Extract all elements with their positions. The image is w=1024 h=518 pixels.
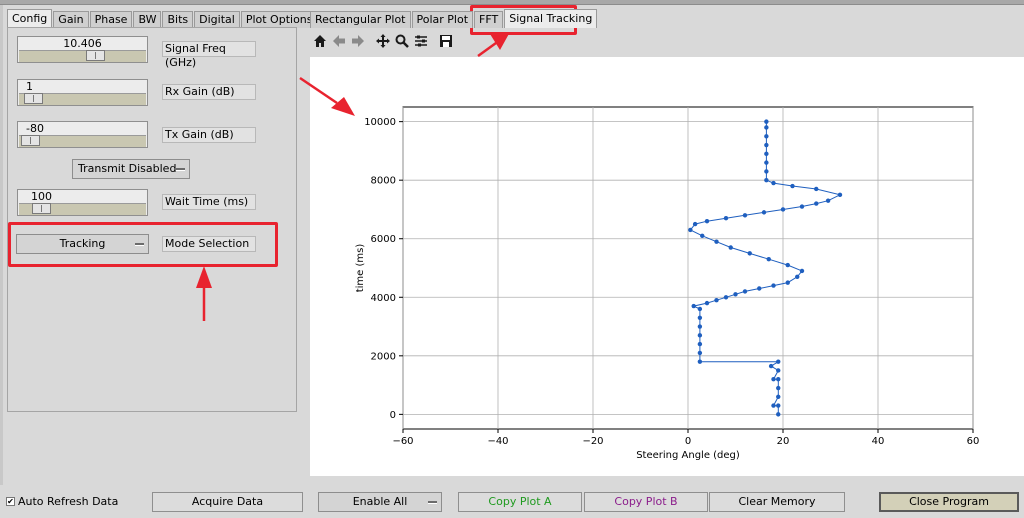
annotation-arrows <box>196 32 510 321</box>
